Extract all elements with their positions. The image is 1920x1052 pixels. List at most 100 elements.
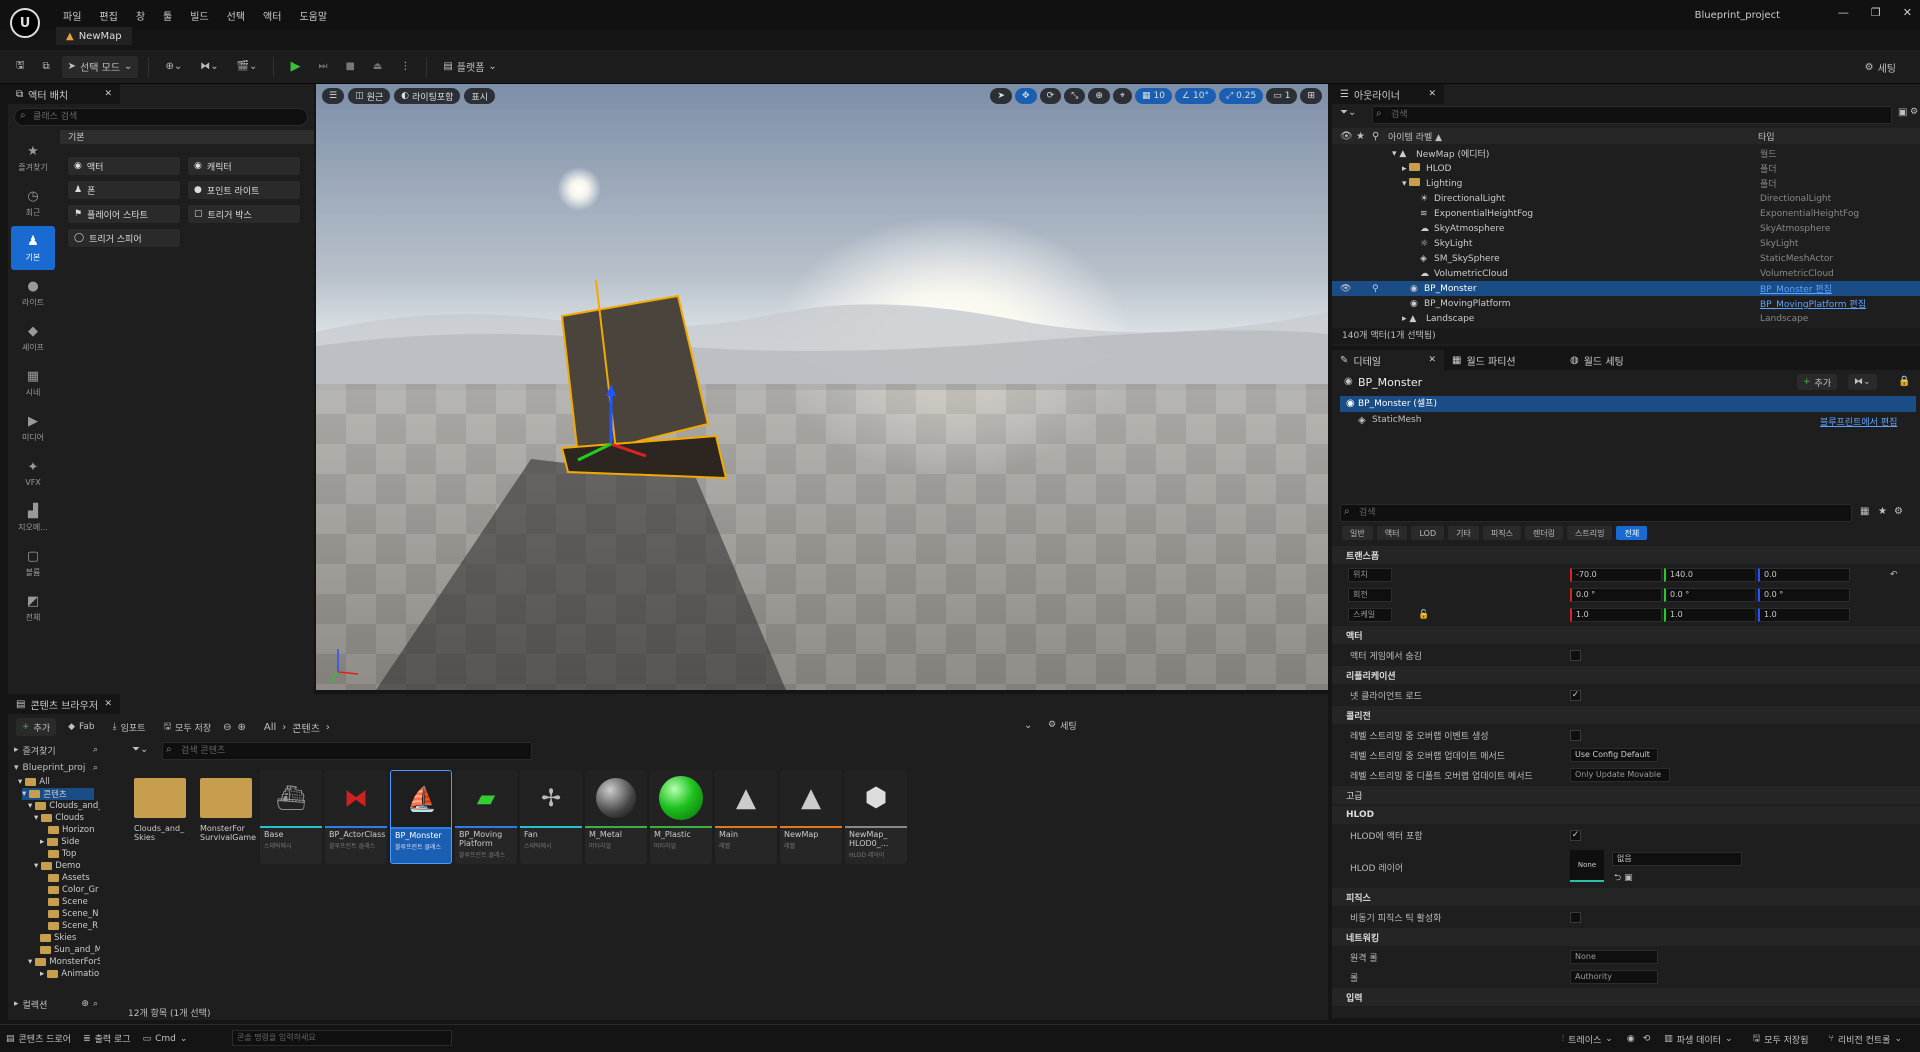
class-search-input[interactable]: 클래스 검색 xyxy=(14,108,308,126)
tree-item[interactable]: ▾ All xyxy=(18,776,50,788)
section-input[interactable]: 입력 xyxy=(1332,988,1920,1006)
sidebar-item-basic[interactable]: ♟ 기본 xyxy=(11,226,55,270)
tree-item[interactable]: ▾ Clouds xyxy=(34,812,84,824)
close-tab-icon[interactable]: ✕ xyxy=(104,699,112,709)
lock-icon[interactable]: 🔓 xyxy=(1418,610,1429,620)
viewport-menu-icon[interactable]: ☰ xyxy=(322,88,345,104)
asset-tile[interactable]: ⬢ NewMap_ HLOD0_... HLOD 레이어 xyxy=(845,770,907,864)
scale-x-field[interactable]: 1.0 xyxy=(1570,608,1662,622)
add-collection-icon[interactable]: ⊕ xyxy=(81,999,89,1009)
stop-icon[interactable]: ■ xyxy=(339,56,360,78)
scale-dropdown[interactable]: 스케일 xyxy=(1348,608,1392,622)
table-view-icon[interactable]: ▦ xyxy=(1860,506,1869,517)
forward-icon[interactable]: ⊕ xyxy=(238,722,246,733)
close-tab-icon[interactable]: ✕ xyxy=(104,89,112,99)
asset-tile[interactable]: ✢ Fan 스태틱메시 xyxy=(520,770,582,864)
camera-speed-button[interactable]: ▭ 1 xyxy=(1266,88,1298,104)
tree-item[interactable]: ▾ Clouds_and_ xyxy=(28,800,100,812)
rotation-snap-button[interactable]: ∠ 10° xyxy=(1174,88,1216,104)
minimize-icon[interactable]: — xyxy=(1838,6,1849,19)
import-button[interactable]: ⤓ 임포트 xyxy=(107,718,152,736)
sidebar-item-media[interactable]: ▶ 미디어 xyxy=(11,406,55,450)
menu-actor[interactable]: 액터 xyxy=(254,8,290,23)
outliner-row[interactable]: ▸ HLOD 폴더 xyxy=(1332,161,1920,176)
sync-icon[interactable]: ⟲ xyxy=(1643,1034,1651,1044)
location-y-field[interactable]: 140.0 xyxy=(1664,568,1756,582)
place-item-trigger-sphere[interactable]: ◯ 트리거 스피어 xyxy=(68,229,180,247)
blueprint-icon[interactable]: ⧓⌄ xyxy=(194,56,224,78)
tree-item-selected[interactable]: ▾ 콘텐츠 xyxy=(22,788,94,800)
tab-details[interactable]: ✎ 디테일 ✕ xyxy=(1332,350,1444,370)
section-hlod[interactable]: HLOD xyxy=(1332,806,1920,824)
place-item-point-light[interactable]: ● 포인트 라이트 xyxy=(188,181,300,199)
step-icon[interactable]: ⏭ xyxy=(312,56,333,78)
scale-z-field[interactable]: 1.0 xyxy=(1758,608,1850,622)
section-networking[interactable]: 네트워킹 xyxy=(1332,928,1920,946)
type-column[interactable]: 타입 xyxy=(1758,130,1775,143)
close-icon[interactable]: ✕ xyxy=(1903,6,1912,19)
add-folder-icon[interactable]: ▣ xyxy=(1898,107,1907,118)
asset-tile[interactable]: ▲ NewMap 레벨 xyxy=(780,770,842,864)
world-space-icon[interactable]: ⊕ xyxy=(1088,88,1110,104)
asset-tile[interactable]: ⛴ Base 스태틱메시 xyxy=(260,770,322,864)
grid-snap-button[interactable]: ▦ 10 xyxy=(1134,88,1172,104)
platform-button[interactable]: ▤ 플랫폼 ⌄ xyxy=(437,56,502,78)
section-physics[interactable]: 피직스 xyxy=(1332,888,1920,906)
default-update-dropdown[interactable]: Only Update Movable xyxy=(1570,768,1670,782)
rotation-y-field[interactable]: 0.0 ° xyxy=(1664,588,1756,602)
category-lod[interactable]: LOD xyxy=(1411,526,1445,540)
search-icon[interactable]: ⌕ xyxy=(93,999,98,1009)
category-actor[interactable]: 액터 xyxy=(1376,526,1408,540)
outliner-row-selected[interactable]: 👁 ⚲ ◉ BP_Monster BP_Monster 편집 xyxy=(1332,281,1920,296)
surface-snap-icon[interactable]: ⌖ xyxy=(1112,88,1132,104)
save-icon[interactable]: 🖫 xyxy=(10,56,31,78)
gear-icon[interactable]: ⚙ xyxy=(1910,107,1918,117)
tree-item[interactable]: Scene xyxy=(48,896,88,908)
remote-role-dropdown[interactable]: None xyxy=(1570,950,1658,964)
hidden-in-game-checkbox[interactable] xyxy=(1570,649,1581,661)
sidebar-item-shapes[interactable]: ◆ 셰이프 xyxy=(11,316,55,360)
rotate-tool-icon[interactable]: ⟳ xyxy=(1039,88,1062,104)
scale-y-field[interactable]: 1.0 xyxy=(1664,608,1756,622)
category-general[interactable]: 일반 xyxy=(1342,526,1373,540)
lighting-button[interactable]: ◐ 라이팅포함 xyxy=(394,88,461,104)
level-viewport[interactable]: ☰ ◫ 원근 ◐ 라이팅포함 표시 ➤ ✥ ⟳ ⤡ ⊕ ⌖ ▦ 10 ∠ 10° ⤢ 0.… xyxy=(316,84,1328,690)
details-search-input[interactable]: 검색 xyxy=(1340,504,1852,522)
search-icon[interactable]: ⌕ xyxy=(93,763,98,773)
maximize-icon[interactable]: ❐ xyxy=(1871,6,1881,19)
show-button[interactable]: 표시 xyxy=(464,88,495,104)
tree-item[interactable]: Horizon xyxy=(48,824,95,836)
outliner-row[interactable]: ▾ ▲ NewMap (에디터) 월드 xyxy=(1332,146,1920,161)
role-dropdown[interactable]: Authority xyxy=(1570,970,1658,984)
section-advanced[interactable]: 고급 xyxy=(1332,786,1920,804)
section-collision[interactable]: 콜리전 xyxy=(1332,706,1920,724)
play-icon[interactable]: ▶ xyxy=(284,56,306,78)
tree-item[interactable]: ▾ Demo xyxy=(34,860,81,872)
more-options-icon[interactable]: ⋮ xyxy=(394,56,416,78)
browse-icon[interactable]: ⮌ ▣ xyxy=(1614,870,1633,886)
derived-data-button[interactable]: ▥ 파생 데이터 ⌄ xyxy=(1658,1028,1738,1050)
component-self-row[interactable]: BP_Monster (셀프) xyxy=(1340,396,1916,412)
reset-icon[interactable]: ↶ xyxy=(1890,570,1898,580)
menu-help[interactable]: 도움말 xyxy=(290,8,336,23)
tab-world-settings[interactable]: ◍ 월드 세팅 xyxy=(1562,350,1674,370)
asset-tile[interactable]: M_Plastic 머티리얼 xyxy=(650,770,712,864)
add-component-button[interactable]: + 추가 xyxy=(1797,374,1838,390)
tree-item[interactable]: Scene_R xyxy=(48,920,98,932)
save-all-button[interactable]: 🖫 모두 저장 xyxy=(157,718,217,736)
project-root-header[interactable]: ▾ Blueprint_proj ⌕ xyxy=(14,760,98,776)
asset-tile[interactable]: ▰ BP_Moving Platform 블루프린트 클래스 xyxy=(455,770,517,864)
place-item-actor[interactable]: ◉ 액터 xyxy=(68,157,180,175)
close-tab-icon[interactable]: ✕ xyxy=(1428,355,1436,365)
translate-tool-icon[interactable]: ✥ xyxy=(1015,88,1037,104)
pin-icon[interactable]: ⚲ xyxy=(1372,131,1379,142)
hlod-thumbnail[interactable]: None xyxy=(1570,850,1604,882)
lock-icon[interactable]: 🔒 xyxy=(1898,376,1910,387)
visibility-icon[interactable]: 👁 xyxy=(1340,131,1353,142)
category-streaming[interactable]: 스트리밍 xyxy=(1567,526,1613,540)
category-physics[interactable]: 피직스 xyxy=(1482,526,1521,540)
sidebar-item-favorites[interactable]: ★ 즐겨찾기 xyxy=(11,136,55,180)
edit-blueprint-link[interactable]: BP_Monster 편집 xyxy=(1760,282,1832,295)
place-item-character[interactable]: ◉ 캐릭터 xyxy=(188,157,300,175)
include-hlod-checkbox[interactable]: ✓ xyxy=(1570,829,1581,841)
